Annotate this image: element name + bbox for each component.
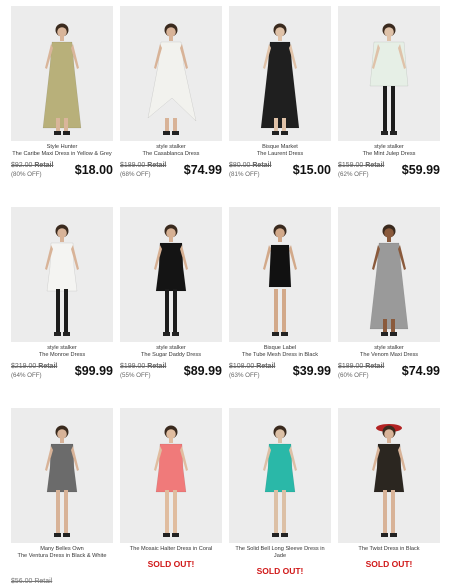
product-image[interactable] xyxy=(338,207,440,342)
retail-price: $199.00 Retail xyxy=(120,362,167,370)
product-card[interactable]: style stalker The Monroe Dress $219.00 Ret… xyxy=(11,207,113,383)
product-brand: Bisque Label xyxy=(263,345,297,351)
price-line: $219.00 Retail (64% OFF) $99.99 xyxy=(11,361,113,383)
product-name-link[interactable]: The Laurent Dress xyxy=(229,151,331,158)
product-brand: style stalker xyxy=(374,144,404,150)
product-card[interactable]: The Twist Dress in Black SOLD OUT! xyxy=(338,408,440,577)
product-name-link[interactable]: The Mint Julep Dress xyxy=(338,151,440,158)
product-card[interactable]: The Solid Bell Long Sleeve Dress in Jade… xyxy=(229,408,331,584)
retail-price: $92.00 Retail xyxy=(11,161,54,169)
sale-price: $74.99 xyxy=(401,363,440,378)
discount-percent: (55% OFF) xyxy=(120,371,151,379)
price-line: SOLD OUT! xyxy=(229,562,331,584)
product-card[interactable]: Style Hunter The Caribe Maxi Dress in Yel… xyxy=(11,6,113,182)
discount-percent: (80% OFF) xyxy=(11,170,42,178)
retail-price: $56.00 Retail xyxy=(11,577,53,585)
price-line: $108.00 Retail (63% OFF) $39.99 xyxy=(229,361,331,383)
product-name-link[interactable]: The Casablanca Dress xyxy=(120,151,222,158)
product-name-link[interactable]: The Tube Mesh Dress in Black xyxy=(229,352,331,359)
retail-price: $189.00 Retail xyxy=(120,161,167,169)
product-grid-page: { "products": [ {"brand":"Style Hunter",… xyxy=(0,0,449,585)
product-name-link[interactable]: The Solid Bell Long Sleeve Dress in Jade xyxy=(229,546,331,560)
discount-percent: (63% OFF) xyxy=(229,371,260,379)
product-card[interactable]: Bisque Label The Tube Mesh Dress in Black… xyxy=(229,207,331,383)
product-brand: style stalker xyxy=(47,345,77,351)
retail-price: $219.00 Retail xyxy=(11,362,58,370)
product-image[interactable] xyxy=(338,408,440,543)
product-card[interactable]: Many Belles Own The Ventura Dress in Blac… xyxy=(11,408,113,585)
sale-price: $74.99 xyxy=(183,162,222,177)
product-name-link[interactable]: The Mosaic Halter Dress in Coral xyxy=(120,546,222,553)
price-line: $159.00 Retail (62% OFF) $59.99 xyxy=(338,160,440,182)
product-card[interactable]: style stalker The Sugar Daddy Dress $199.0… xyxy=(120,207,222,383)
sale-price: $89.99 xyxy=(183,363,222,378)
discount-percent: (81% OFF) xyxy=(229,170,260,178)
product-name-link[interactable]: The Monroe Dress xyxy=(11,352,113,359)
product-image[interactable] xyxy=(229,207,331,342)
product-card[interactable]: Bisque Market The Laurent Dress $80.00 Ret… xyxy=(229,6,331,182)
sale-price: $99.99 xyxy=(74,363,113,378)
product-image[interactable] xyxy=(11,207,113,342)
product-card[interactable]: style stalker The Mint Julep Dress $159.00… xyxy=(338,6,440,182)
product-brand: style stalker xyxy=(156,144,186,150)
product-image[interactable] xyxy=(229,6,331,141)
sale-price: $39.99 xyxy=(292,363,331,378)
product-card[interactable]: style stalker The Venom Maxi Dress $189.00… xyxy=(338,207,440,383)
sold-out-badge: SOLD OUT! xyxy=(256,565,304,576)
product-image[interactable] xyxy=(120,6,222,141)
discount-percent: (62% OFF) xyxy=(338,170,369,178)
product-brand: style stalker xyxy=(374,345,404,351)
product-brand: style stalker xyxy=(156,345,186,351)
sold-out-badge: SOLD OUT! xyxy=(365,558,413,569)
price-line: $80.00 Retail (81% OFF) $15.00 xyxy=(229,160,331,182)
retail-price: $159.00 Retail xyxy=(338,161,385,169)
price-line: SOLD OUT! xyxy=(120,555,222,577)
price-line: $56.00 Retail xyxy=(11,562,113,585)
retail-price: $189.00 Retail xyxy=(338,362,385,370)
sale-price: $59.99 xyxy=(401,162,440,177)
product-brand: Bisque Market xyxy=(262,144,298,150)
product-brand: Many Belles Own xyxy=(40,546,84,552)
product-image[interactable] xyxy=(120,207,222,342)
retail-price: $108.00 Retail xyxy=(229,362,276,370)
price-line: SOLD OUT! xyxy=(338,555,440,577)
product-card[interactable]: style stalker The Casablanca Dress $189.00… xyxy=(120,6,222,182)
product-name-link[interactable]: The Sugar Daddy Dress xyxy=(120,352,222,359)
price-line: $92.00 Retail (80% OFF) $18.00 xyxy=(11,160,113,182)
product-name-link[interactable]: The Caribe Maxi Dress in Yellow & Grey xyxy=(11,151,113,158)
discount-percent: (64% OFF) xyxy=(11,371,42,379)
sale-price: $18.00 xyxy=(74,162,113,177)
sale-price: $15.00 xyxy=(292,162,331,177)
sold-out-badge: SOLD OUT! xyxy=(147,558,195,569)
product-name-link[interactable]: The Ventura Dress in Black & White xyxy=(11,553,113,560)
product-card[interactable]: The Mosaic Halter Dress in Coral SOLD OUT… xyxy=(120,408,222,577)
product-image[interactable] xyxy=(11,408,113,543)
product-name-link[interactable]: The Venom Maxi Dress xyxy=(338,352,440,359)
discount-percent: (60% OFF) xyxy=(338,371,369,379)
product-image[interactable] xyxy=(229,408,331,543)
price-line: $199.00 Retail (55% OFF) $89.99 xyxy=(120,361,222,383)
product-image[interactable] xyxy=(120,408,222,543)
price-line: $189.00 Retail (68% OFF) $74.99 xyxy=(120,160,222,182)
product-brand: Style Hunter xyxy=(46,144,78,150)
price-line: $189.00 Retail (60% OFF) $74.99 xyxy=(338,361,440,383)
discount-percent: (68% OFF) xyxy=(120,170,151,178)
retail-price: $80.00 Retail xyxy=(229,161,272,169)
product-name-link[interactable]: The Twist Dress in Black xyxy=(338,546,440,553)
product-image[interactable] xyxy=(338,6,440,141)
product-image[interactable] xyxy=(11,6,113,141)
